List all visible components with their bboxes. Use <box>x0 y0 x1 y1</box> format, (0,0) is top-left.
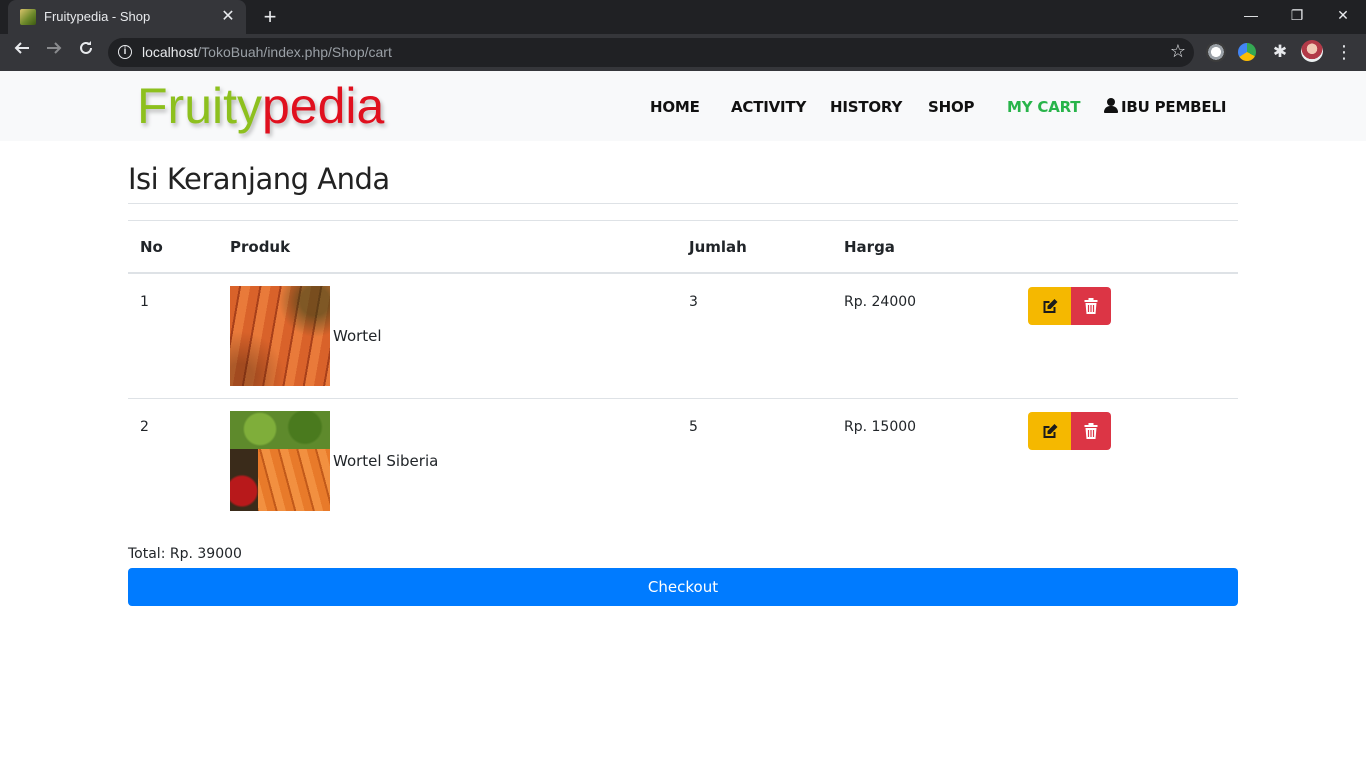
nav-history[interactable]: HISTORY <box>830 98 902 116</box>
nav-my-cart[interactable]: MY CART <box>1007 98 1081 116</box>
window-close-icon[interactable]: ✕ <box>1320 0 1366 30</box>
nav-shop[interactable]: SHOP <box>928 98 975 116</box>
column-header-qty: Jumlah <box>689 238 747 256</box>
checkout-button[interactable]: Checkout <box>128 568 1238 606</box>
delete-button[interactable] <box>1071 287 1111 325</box>
row-actions <box>1028 287 1111 325</box>
back-icon[interactable] <box>8 38 36 66</box>
quantity: 5 <box>689 419 698 435</box>
site-info-icon[interactable]: i <box>118 45 132 59</box>
table-row: 1 Wortel 3 Rp. 24000 <box>128 274 1238 399</box>
page: Fruitypedia HOME ACTIVITY HISTORY SHOP M… <box>0 71 1366 768</box>
minimize-icon[interactable]: — <box>1228 0 1274 30</box>
extension-icon[interactable] <box>1238 43 1256 61</box>
restore-icon[interactable]: ❐ <box>1274 0 1320 30</box>
tab-title: Fruitypedia - Shop <box>44 9 151 24</box>
browser-tab[interactable]: Fruitypedia - Shop ✕ <box>8 0 246 34</box>
bookmark-star-icon[interactable]: ☆ <box>1170 41 1186 62</box>
forward-icon[interactable] <box>40 38 68 66</box>
divider <box>128 203 1238 204</box>
price: Rp. 24000 <box>844 294 917 310</box>
favicon-icon <box>20 9 36 25</box>
browser-menu-icon[interactable]: ⋮ <box>1334 38 1354 66</box>
url-text[interactable]: localhost/TokoBuah/index.php/Shop/cart <box>142 44 392 60</box>
product-name: Wortel Siberia <box>333 452 439 470</box>
carrot-image <box>230 286 330 386</box>
vegetables-image <box>230 411 330 511</box>
browser-titlebar: Fruitypedia - Shop ✕ + — ❐ ✕ <box>0 0 1366 34</box>
quantity: 3 <box>689 294 698 310</box>
nav-activity[interactable]: ACTIVITY <box>731 98 806 116</box>
product-name: Wortel <box>333 327 382 345</box>
trash-icon <box>1084 423 1098 439</box>
profile-avatar[interactable] <box>1301 40 1323 62</box>
edit-icon <box>1043 299 1057 313</box>
extension-icon[interactable] <box>1206 42 1226 62</box>
table-row: 2 Wortel Siberia 5 Rp. 15000 <box>128 399 1238 524</box>
edit-button[interactable] <box>1028 287 1071 325</box>
column-header-no: No <box>140 238 163 256</box>
browser-toolbar: i localhost/TokoBuah/index.php/Shop/cart… <box>0 34 1366 71</box>
delete-button[interactable] <box>1071 412 1111 450</box>
page-title: Isi Keranjang Anda <box>128 162 390 196</box>
column-header-price: Harga <box>844 238 895 256</box>
cart-total: Total: Rp. 39000 <box>128 546 242 562</box>
user-icon <box>1104 98 1118 113</box>
new-tab-icon[interactable]: + <box>258 5 282 29</box>
row-number: 2 <box>140 419 149 435</box>
row-actions <box>1028 412 1111 450</box>
navbar: Fruitypedia HOME ACTIVITY HISTORY SHOP M… <box>0 71 1366 141</box>
edit-icon <box>1043 424 1057 438</box>
price: Rp. 15000 <box>844 419 917 435</box>
extensions-puzzle-icon[interactable]: ✱ <box>1270 42 1290 62</box>
close-tab-icon[interactable]: ✕ <box>218 7 238 27</box>
column-header-product: Produk <box>230 238 291 256</box>
edit-button[interactable] <box>1028 412 1071 450</box>
cart-table: No Produk Jumlah Harga 1 Wortel 3 Rp. 24… <box>128 220 1238 524</box>
table-header: No Produk Jumlah Harga <box>128 220 1238 274</box>
nav-user[interactable]: IBU PEMBELI <box>1104 98 1226 116</box>
row-number: 1 <box>140 294 149 310</box>
user-name: IBU PEMBELI <box>1121 98 1227 116</box>
address-bar[interactable]: i localhost/TokoBuah/index.php/Shop/cart… <box>108 38 1194 67</box>
reload-icon[interactable] <box>72 38 100 66</box>
trash-icon <box>1084 298 1098 314</box>
nav-home[interactable]: HOME <box>650 98 700 116</box>
